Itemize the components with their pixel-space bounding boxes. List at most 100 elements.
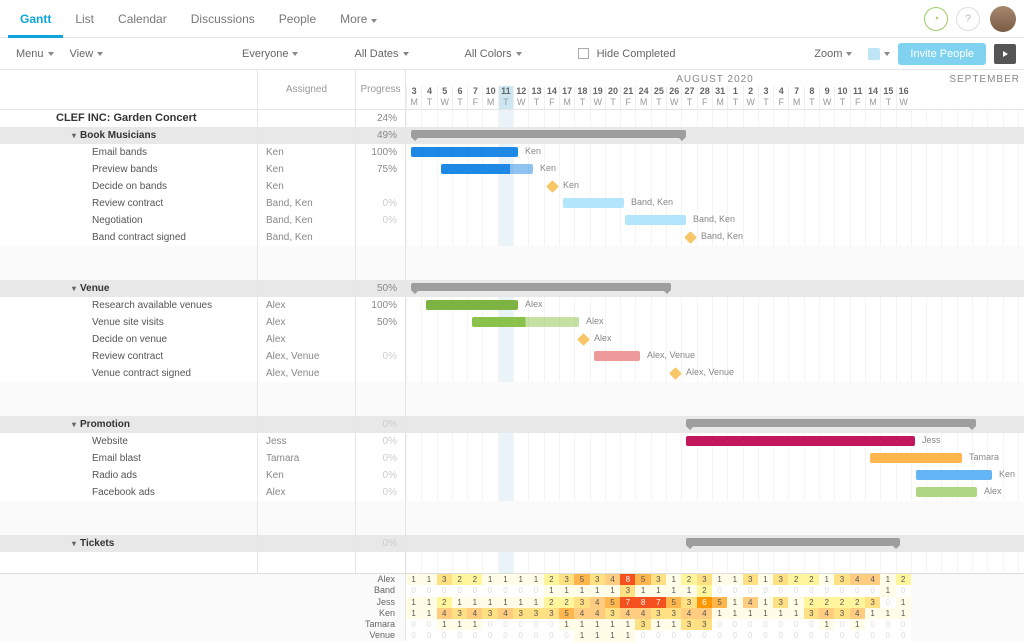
day-column: 18T bbox=[574, 86, 589, 109]
day-column: 19W bbox=[590, 86, 605, 109]
task-row[interactable]: Email bands bbox=[0, 144, 257, 161]
workload-cell: 1 bbox=[712, 608, 727, 619]
workload-cell: 1 bbox=[452, 619, 467, 630]
tab-gantt[interactable]: Gantt bbox=[8, 0, 63, 38]
task-row[interactable]: Preview bands bbox=[0, 161, 257, 178]
filter-colors[interactable]: All Colors bbox=[457, 48, 530, 60]
group-row[interactable]: Promotion bbox=[0, 416, 257, 433]
day-column: 8T bbox=[804, 86, 819, 109]
tab-list[interactable]: List bbox=[63, 0, 106, 38]
tab-discussions[interactable]: Discussions bbox=[179, 0, 267, 38]
progress-cell: 0% bbox=[356, 433, 405, 450]
gantt-bar[interactable] bbox=[563, 198, 624, 208]
gantt-bar[interactable] bbox=[411, 283, 671, 291]
workload-cell: 5 bbox=[574, 574, 589, 585]
workload-cell: 1 bbox=[727, 574, 742, 585]
filter-everyone[interactable]: Everyone bbox=[234, 48, 306, 60]
task-row[interactable]: Decide on bands bbox=[0, 178, 257, 195]
workload-cell: 1 bbox=[574, 585, 589, 596]
presentation-button[interactable] bbox=[994, 44, 1016, 64]
task-row[interactable]: Radio ads bbox=[0, 467, 257, 484]
task-row[interactable]: Venue contract signed bbox=[0, 365, 257, 382]
workload-cell: 1 bbox=[498, 574, 513, 585]
task-row[interactable]: Research available venues bbox=[0, 297, 257, 314]
workload-cell: 1 bbox=[896, 608, 911, 619]
workload-cell: 0 bbox=[743, 619, 758, 630]
group-row[interactable]: Venue bbox=[0, 280, 257, 297]
workload-cell: 2 bbox=[681, 574, 696, 585]
workload-cell: 0 bbox=[773, 630, 788, 641]
workload-cell: 1 bbox=[880, 574, 895, 585]
workload-cell: 0 bbox=[452, 630, 467, 641]
gantt-bar[interactable] bbox=[870, 453, 962, 463]
workload-person: Jess bbox=[0, 597, 405, 608]
workload-cell: 4 bbox=[498, 608, 513, 619]
zoom-dropdown[interactable]: Zoom bbox=[806, 48, 860, 60]
avatar[interactable] bbox=[990, 6, 1016, 32]
workload-cell: 1 bbox=[421, 608, 436, 619]
workload-cell: 1 bbox=[528, 574, 543, 585]
workload-cell: 4 bbox=[437, 608, 452, 619]
filter-dates[interactable]: All Dates bbox=[346, 48, 416, 60]
task-row[interactable]: Venue site visits bbox=[0, 314, 257, 331]
workload-cell: 0 bbox=[727, 619, 742, 630]
gantt-bar[interactable] bbox=[441, 164, 533, 174]
workload-cell: 4 bbox=[743, 597, 758, 608]
workload-cell: 3 bbox=[651, 608, 666, 619]
workload-cell: 3 bbox=[697, 619, 712, 630]
day-column: 4F bbox=[773, 86, 788, 109]
color-dropdown[interactable] bbox=[860, 48, 898, 60]
workload-cell: 0 bbox=[482, 585, 497, 596]
gantt-bar[interactable] bbox=[411, 130, 686, 138]
task-row[interactable]: Facebook ads bbox=[0, 484, 257, 501]
progress-cell bbox=[356, 382, 405, 399]
gantt-bar[interactable] bbox=[916, 487, 977, 497]
assigned-cell: Ken bbox=[258, 161, 355, 178]
menu-dropdown[interactable]: Menu bbox=[8, 48, 62, 60]
workload-cell: 2 bbox=[544, 597, 559, 608]
gantt-bar[interactable] bbox=[686, 538, 900, 546]
view-dropdown[interactable]: View bbox=[62, 48, 112, 60]
gantt-bar[interactable] bbox=[472, 317, 579, 327]
workload-cell: 3 bbox=[437, 574, 452, 585]
gantt-bar[interactable] bbox=[411, 147, 518, 157]
workload-cell: 1 bbox=[773, 608, 788, 619]
group-row[interactable]: Tickets bbox=[0, 535, 257, 552]
workload-cell: 0 bbox=[758, 630, 773, 641]
workload-cell: 1 bbox=[559, 619, 574, 630]
gantt-bar[interactable] bbox=[426, 300, 518, 310]
gantt-bar[interactable] bbox=[625, 215, 686, 225]
task-row[interactable]: Website bbox=[0, 433, 257, 450]
project-title[interactable]: CLEF INC: Garden Concert bbox=[0, 110, 257, 127]
gantt-bar[interactable] bbox=[686, 419, 976, 427]
progress-cell: 75% bbox=[356, 161, 405, 178]
progress-cell: 0% bbox=[356, 467, 405, 484]
task-row[interactable]: Negotiation bbox=[0, 212, 257, 229]
tab-calendar[interactable]: Calendar bbox=[106, 0, 179, 38]
workload-cell: 0 bbox=[513, 619, 528, 630]
workload-cell: 5 bbox=[605, 597, 620, 608]
group-row[interactable]: Book Musicians bbox=[0, 127, 257, 144]
task-row[interactable]: Decide on venue bbox=[0, 331, 257, 348]
gantt-bar[interactable] bbox=[594, 351, 640, 361]
invite-people-button[interactable]: Invite People bbox=[898, 43, 986, 65]
hide-completed-toggle[interactable]: Hide Completed bbox=[570, 48, 684, 60]
task-row[interactable]: Email blast bbox=[0, 450, 257, 467]
workload-cell: 0 bbox=[651, 630, 666, 641]
day-column: 15T bbox=[880, 86, 895, 109]
tab-more[interactable]: More bbox=[328, 0, 389, 38]
gantt-bar[interactable] bbox=[686, 436, 915, 446]
workload-cell: 4 bbox=[850, 608, 865, 619]
day-column: 3M bbox=[406, 86, 421, 109]
tab-people[interactable]: People bbox=[267, 0, 328, 38]
task-row[interactable]: Review contract bbox=[0, 195, 257, 212]
workload-cell: 0 bbox=[804, 619, 819, 630]
gantt-bar[interactable] bbox=[916, 470, 992, 480]
help-icon[interactable]: ? bbox=[956, 7, 980, 31]
activity-icon[interactable]: ◔ bbox=[924, 7, 948, 31]
workload-cell: 1 bbox=[819, 574, 834, 585]
task-row[interactable]: Review contract bbox=[0, 348, 257, 365]
workload-cell: 1 bbox=[635, 585, 650, 596]
task-row[interactable]: Band contract signed bbox=[0, 229, 257, 246]
workload-cell: 1 bbox=[666, 574, 681, 585]
